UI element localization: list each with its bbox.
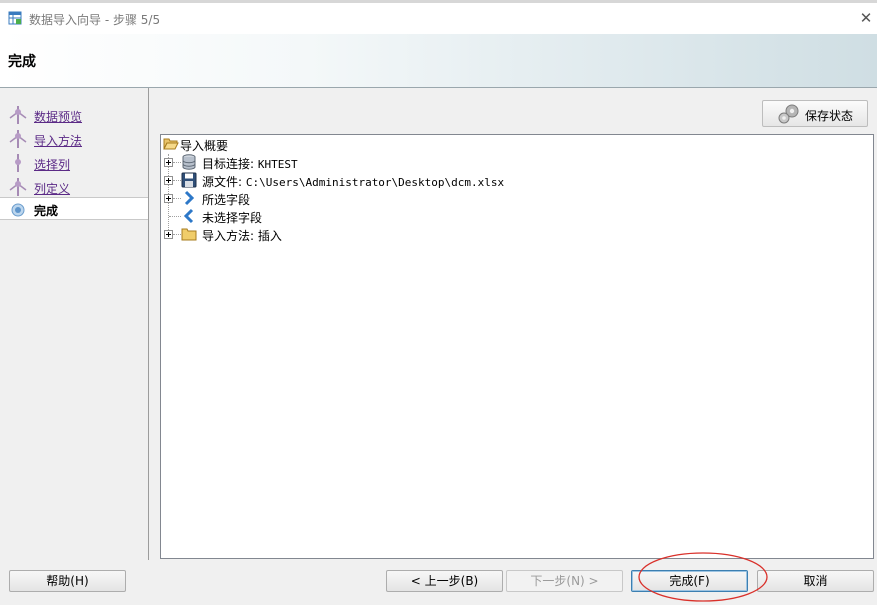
tree-item-unselected-fields[interactable]: 未选择字段 — [161, 207, 461, 225]
step-done-icon — [9, 106, 27, 124]
previous-button[interactable]: < 上一步(B) — [386, 570, 503, 592]
chevron-left-icon — [183, 208, 194, 224]
tree-item-selected-fields[interactable]: 所选字段 — [161, 189, 461, 207]
tree-connector — [173, 234, 181, 235]
window-title: 数据导入向导 - 步骤 5/5 — [29, 13, 161, 27]
help-button[interactable]: 帮助(H) — [9, 570, 126, 592]
save-state-label: 保存状态 — [805, 109, 854, 123]
database-icon — [182, 154, 196, 170]
save-state-button[interactable]: 保存状态 — [762, 100, 868, 127]
step-finish[interactable]: 完成 — [0, 197, 148, 220]
step-select-columns[interactable]: 选择列 — [0, 152, 148, 175]
tree-item-label: 源文件: C:\Users\Administrator\Desktop\dcm.… — [202, 175, 505, 189]
expand-icon[interactable] — [164, 194, 173, 203]
finish-button[interactable]: 完成(F) — [631, 570, 748, 592]
tree-root-label: 导入概要 — [180, 139, 229, 153]
wizard-footer: 帮助(H) < 上一步(B) 下一步(N) > 完成(F) 取消 — [0, 562, 877, 605]
cancel-button[interactable]: 取消 — [757, 570, 874, 592]
tree-connector — [173, 162, 181, 163]
tree-connector — [173, 198, 181, 199]
wizard-header: 完成 — [0, 34, 877, 88]
tree-item-label: 所选字段 — [202, 193, 251, 207]
step-done-icon — [15, 154, 21, 172]
open-folder-icon — [163, 138, 179, 150]
step-import-method[interactable]: 导入方法 — [0, 128, 148, 151]
step-column-definition[interactable]: 列定义 — [0, 176, 148, 199]
step-label: 数据预览 — [34, 110, 83, 124]
step-data-preview[interactable]: 数据预览 — [0, 104, 148, 127]
tree-root[interactable]: 导入概要 — [161, 135, 461, 153]
folder-icon — [181, 228, 197, 241]
expand-icon[interactable] — [164, 176, 173, 185]
tree-item-label: 导入方法: 插入 — [202, 229, 282, 243]
chevron-right-icon — [184, 190, 195, 206]
save-disk-icon — [181, 172, 197, 188]
tree-item-label: 未选择字段 — [202, 211, 263, 225]
step-done-icon — [9, 178, 27, 196]
step-done-icon — [9, 130, 27, 148]
step-label: 导入方法 — [34, 134, 83, 148]
gear-icon — [778, 104, 799, 124]
step-current-icon — [11, 203, 25, 217]
close-button[interactable]: ✕ — [855, 7, 877, 29]
page-title: 完成 — [8, 54, 36, 70]
title-bar: 数据导入向导 - 步骤 5/5 ✕ — [0, 0, 877, 34]
import-summary-tree[interactable]: 导入概要 目标连接: KHTEST 源文件: C:\Users\Administ… — [160, 134, 874, 559]
step-label: 列定义 — [34, 182, 71, 196]
tree-item-label: 目标连接: KHTEST — [202, 157, 298, 171]
tree-connector — [173, 180, 181, 181]
step-label: 完成 — [34, 204, 59, 218]
expand-icon[interactable] — [164, 230, 173, 239]
tree-item-target-connection[interactable]: 目标连接: KHTEST — [161, 153, 561, 171]
app-icon — [8, 11, 22, 25]
tree-connector — [169, 216, 181, 217]
tree-item-import-method[interactable]: 导入方法: 插入 — [161, 225, 461, 243]
tree-item-source-file[interactable]: 源文件: C:\Users\Administrator\Desktop\dcm.… — [161, 171, 661, 189]
expand-icon[interactable] — [164, 158, 173, 167]
next-button[interactable]: 下一步(N) > — [506, 570, 623, 592]
steps-sidebar: 数据预览 导入方法 选择列 列定义 完成 — [0, 88, 149, 560]
wizard-body: 数据预览 导入方法 选择列 列定义 完成 保存状态 导入概要 目标连接: KHT… — [0, 88, 877, 562]
close-icon: ✕ — [859, 9, 873, 27]
step-label: 选择列 — [34, 158, 71, 172]
